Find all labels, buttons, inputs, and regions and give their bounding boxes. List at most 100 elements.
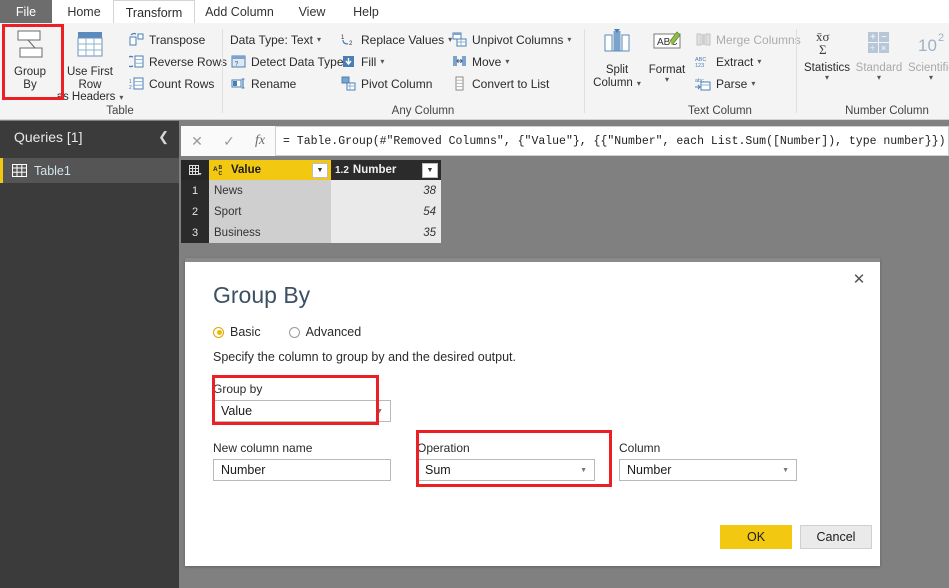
chevron-left-icon[interactable]: ❮	[158, 129, 169, 145]
unpivot-columns-button[interactable]: Unpivot Columns ▾	[451, 29, 571, 50]
move-label: Move	[472, 54, 502, 69]
ok-button[interactable]: OK	[720, 525, 792, 549]
chevron-down-icon[interactable]: ▾	[637, 78, 641, 91]
svg-text:C: C	[219, 171, 223, 177]
format-button[interactable]: ABC Format ▾	[643, 27, 691, 99]
chevron-down-icon: ▼	[782, 466, 789, 474]
radio-basic[interactable]: Basic	[213, 325, 261, 339]
cell-value[interactable]: Sport	[209, 201, 331, 222]
extract-button[interactable]: ABC 123 Extract ▾	[695, 51, 761, 72]
parse-label: Parse	[716, 76, 748, 91]
replace-values-button[interactable]: 1 2 Replace Values ▾	[340, 29, 452, 50]
chevron-down-icon[interactable]: ▾	[665, 75, 669, 83]
radio-advanced-label: Advanced	[305, 325, 362, 339]
cell-number[interactable]: 38	[331, 180, 441, 201]
column-filter-button-value[interactable]: ▼	[312, 162, 328, 178]
replace-values-label: Replace Values	[361, 32, 445, 47]
row-index: 1	[181, 180, 209, 201]
chevron-down-icon[interactable]: ▾	[119, 92, 123, 105]
tab-view[interactable]: View	[287, 0, 337, 23]
radio-advanced[interactable]: Advanced	[288, 325, 362, 339]
chevron-down-icon[interactable]: ▾	[567, 35, 571, 44]
tab-home[interactable]: Home	[56, 0, 112, 23]
use-first-row-as-headers-button[interactable]: Use First Row as Headers ▾	[56, 27, 124, 103]
unpivot-columns-label: Unpivot Columns	[472, 32, 564, 47]
chevron-down-icon[interactable]: ▾	[751, 79, 755, 88]
operation-dropdown[interactable]: Sum ▼	[417, 459, 595, 481]
table-row[interactable]: 2 Sport 54	[181, 201, 441, 222]
chevron-down-icon[interactable]: ▾	[929, 73, 933, 81]
formula-input[interactable]: = Table.Group(#"Removed Columns", {"Valu…	[275, 126, 949, 156]
chevron-down-icon[interactable]: ▾	[825, 73, 829, 81]
group-by-dropdown[interactable]: Value ▼	[213, 400, 391, 422]
svg-text:÷: ÷	[870, 43, 875, 53]
convert-to-list-label: Convert to List	[472, 76, 550, 91]
column-dropdown[interactable]: Number ▼	[619, 459, 797, 481]
convert-to-list-button[interactable]: Convert to List	[451, 73, 549, 94]
field-operation: Operation Sum ▼	[417, 441, 595, 481]
split-column-label-line2: Column ▾	[593, 76, 641, 91]
svg-text:123: 123	[695, 63, 704, 69]
cell-value[interactable]: News	[209, 180, 331, 201]
data-grid-header: A B C Value ▼ 1.2 Number ▼	[181, 160, 441, 180]
chevron-down-icon: ▼	[580, 466, 587, 474]
transpose-button[interactable]: Transpose	[128, 29, 205, 50]
data-type-label: Data Type: Text	[230, 32, 313, 47]
reverse-rows-label: Reverse Rows	[149, 54, 228, 69]
new-column-name-input[interactable]: Number	[213, 459, 391, 481]
query-list-item-table1[interactable]: Table1	[0, 158, 179, 183]
new-column-name-value: Number	[221, 463, 266, 477]
chevron-down-icon[interactable]: ▾	[317, 35, 321, 44]
scientific-button[interactable]: 10 2 Scientific ▾	[903, 27, 949, 99]
cell-number[interactable]: 35	[331, 222, 441, 243]
table-row[interactable]: 1 News 38	[181, 180, 441, 201]
detect-data-type-button[interactable]: ? Detect Data Type	[230, 51, 344, 72]
column-header-number[interactable]: 1.2 Number ▼	[331, 160, 441, 180]
split-column-button[interactable]: Split Column ▾	[591, 27, 643, 99]
move-icon	[451, 53, 468, 70]
check-icon[interactable]: ✓	[213, 126, 245, 156]
data-type-button[interactable]: Data Type: Text ▾	[230, 29, 321, 50]
select-all-columns-icon[interactable]	[181, 160, 209, 180]
chevron-down-icon[interactable]: ▾	[505, 57, 509, 66]
tab-transform[interactable]: Transform	[113, 0, 195, 24]
cell-number[interactable]: 54	[331, 201, 441, 222]
tab-home-label: Home	[67, 4, 101, 19]
merge-columns-button[interactable]: Merge Columns	[695, 29, 801, 50]
detect-data-type-icon: ?	[230, 53, 247, 70]
count-rows-button[interactable]: 1 2 Count Rows	[128, 73, 214, 94]
ribbon-group-text-column-label: Text Column	[688, 105, 752, 117]
group-by-button[interactable]: Group By	[3, 27, 57, 99]
detect-data-type-label: Detect Data Type	[251, 54, 344, 69]
reverse-rows-button[interactable]: Reverse Rows	[128, 51, 227, 72]
chevron-down-icon[interactable]: ▾	[877, 73, 881, 81]
parse-button[interactable]: abc Parse ▾	[695, 73, 755, 94]
unpivot-columns-icon	[451, 31, 468, 48]
column-filter-button-number[interactable]: ▼	[422, 162, 438, 178]
standard-button[interactable]: + − ÷ × Standard ▾	[853, 27, 905, 99]
cancel-button[interactable]: Cancel	[800, 525, 872, 549]
chevron-down-icon[interactable]: ▾	[380, 57, 384, 66]
group-by-dialog: ✕ Group By Basic Advanced Specify the co…	[185, 258, 880, 566]
move-button[interactable]: Move ▾	[451, 51, 509, 72]
tab-add-column[interactable]: Add Column	[197, 0, 282, 23]
rename-label: Rename	[251, 76, 297, 91]
dialog-mode-radios: Basic Advanced	[213, 325, 361, 339]
fill-button[interactable]: Fill ▾	[340, 51, 384, 72]
tab-help[interactable]: Help	[342, 0, 390, 23]
pivot-column-button[interactable]: Pivot Column	[340, 73, 432, 94]
extract-icon: ABC 123	[695, 53, 712, 70]
column-header-value[interactable]: A B C Value ▼	[209, 160, 331, 180]
chevron-down-icon[interactable]: ▾	[757, 57, 761, 66]
statistics-button[interactable]: x̄σ Σ Statistics ▾	[799, 27, 855, 99]
cancel-icon[interactable]: ✕	[181, 126, 213, 156]
cell-value[interactable]: Business	[209, 222, 331, 243]
rename-button[interactable]: Rename	[230, 73, 296, 94]
table-row[interactable]: 3 Business 35	[181, 222, 441, 243]
close-icon[interactable]: ✕	[848, 268, 870, 290]
table-icon	[12, 164, 27, 177]
ribbon: Group By Use First Row as Headers ▾ Tran…	[0, 23, 949, 120]
pivot-column-icon	[340, 75, 357, 92]
use-first-row-label-line2: as Headers ▾	[56, 91, 124, 105]
tab-file[interactable]: File	[0, 0, 52, 23]
